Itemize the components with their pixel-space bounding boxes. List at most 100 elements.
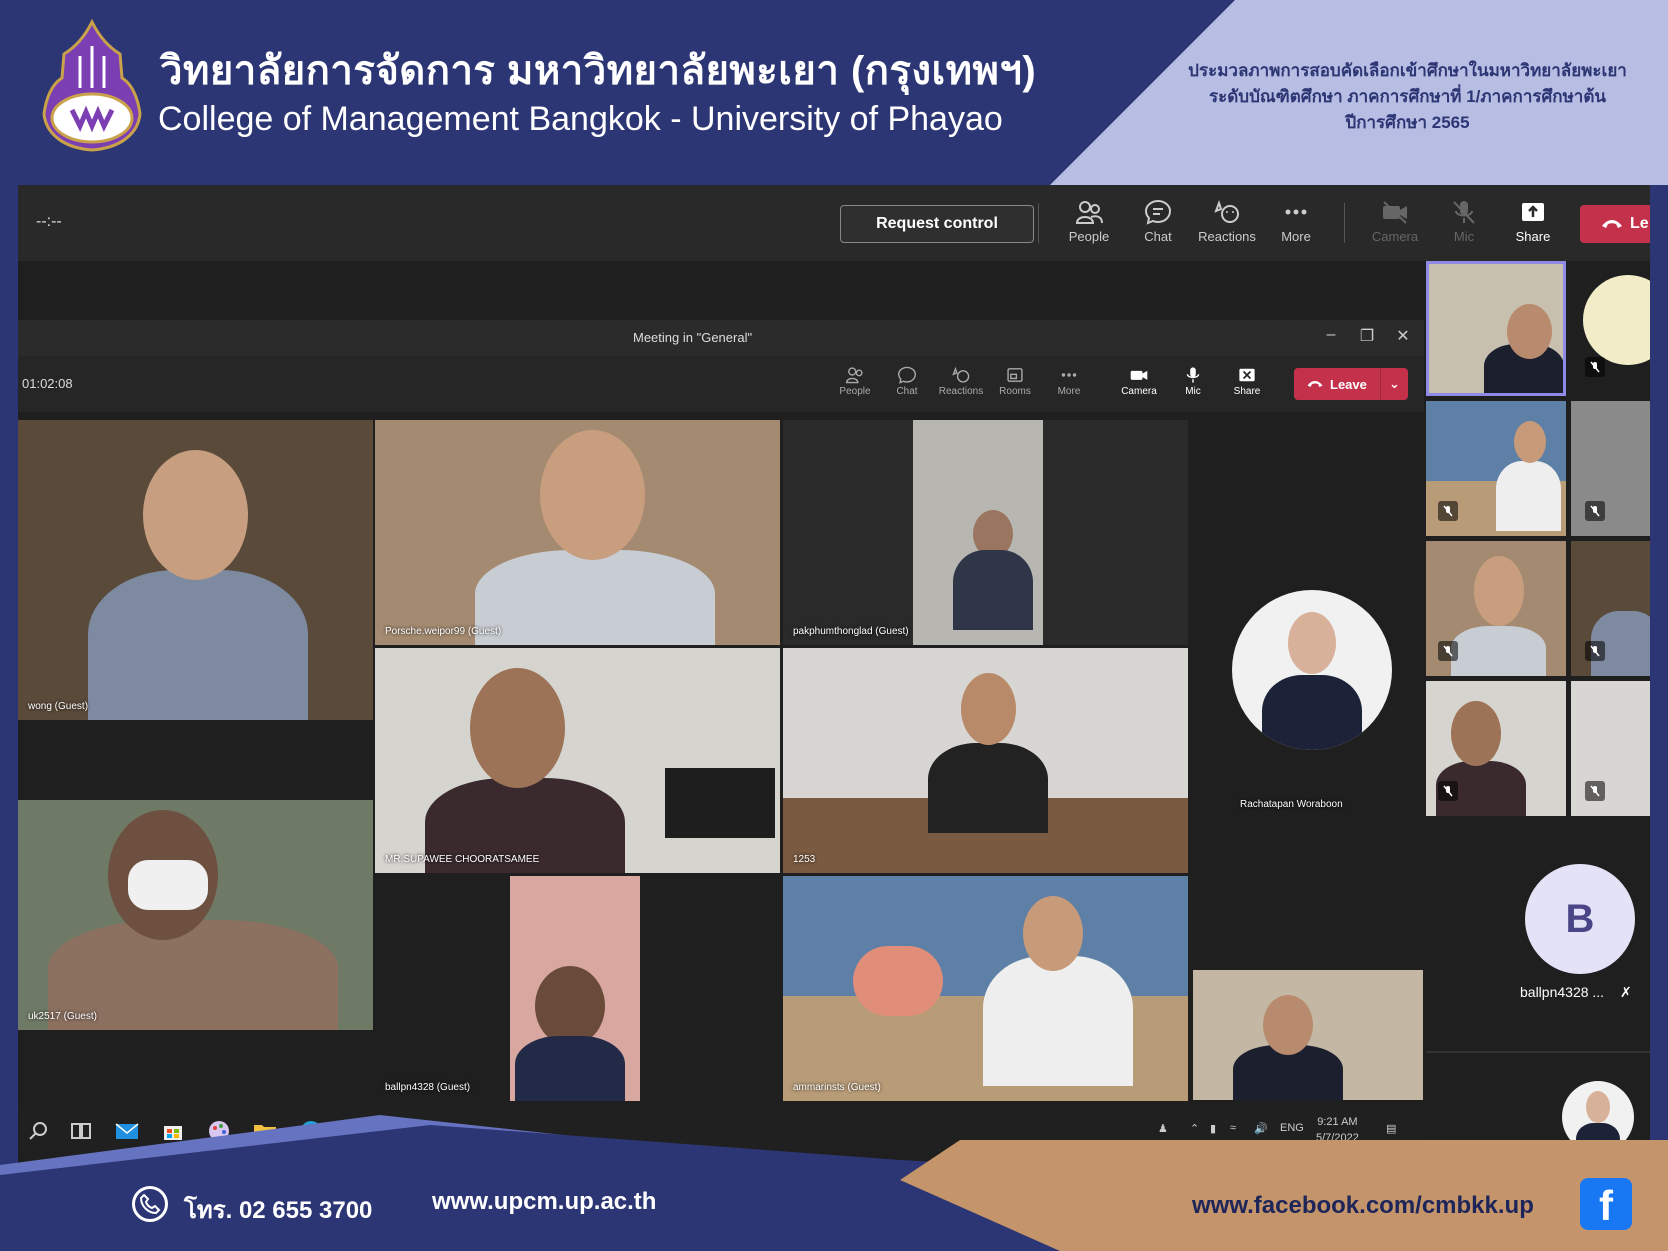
participant-face — [1474, 556, 1524, 626]
mic-off-icon — [1438, 501, 1458, 521]
participant-face — [1507, 304, 1552, 359]
participant-name: Rachatapan Woraboon — [1240, 799, 1343, 810]
participant-name: pakphumthonglad (Guest) — [793, 626, 909, 637]
chevron-up-icon[interactable]: ⌃ — [1190, 1122, 1199, 1135]
share-button[interactable]: Share — [1499, 199, 1567, 255]
inner-mic-button[interactable]: Mic — [1168, 366, 1218, 397]
participant-name: MR.SUPAWEE CHOORATSAMEE — [385, 854, 540, 865]
video-tile: 1253 — [783, 648, 1188, 873]
inner-share-button[interactable]: Share — [1222, 366, 1272, 397]
mail-icon[interactable] — [114, 1118, 140, 1144]
participant-tile[interactable] — [1426, 401, 1566, 536]
video-tile: pakphumthonglad (Guest) — [783, 420, 1188, 645]
participant-avatar-name: ballpn4328 ... ✗ — [1520, 984, 1632, 1001]
college-title-english: College of Management Bangkok - Universi… — [158, 100, 1003, 138]
inner-share-label: Share — [1233, 386, 1261, 397]
mic-button[interactable]: Mic — [1430, 199, 1498, 255]
reactions-button[interactable]: Reactions — [1193, 199, 1261, 255]
participant-name: ballpn4328 (Guest) — [385, 1082, 471, 1093]
language-indicator[interactable]: ENG — [1280, 1122, 1304, 1134]
participant-figure — [88, 570, 308, 720]
teams-toolbar: --:-- Request control People Chat Reacti… — [18, 185, 1650, 261]
participant-name: ammarinsts (Guest) — [793, 1082, 881, 1093]
subtitle-line-1: ประมวลภาพการสอบคัดเลือกเข้าศึกษาในมหาวิท… — [1188, 61, 1627, 80]
participant-face — [535, 966, 605, 1046]
wifi-icon[interactable]: ≈ — [1230, 1122, 1236, 1134]
mic-off-icon — [1585, 357, 1605, 377]
phone-icon — [132, 1186, 168, 1222]
leave-meeting-button[interactable]: Le — [1580, 205, 1650, 243]
participant-name: uk2517 (Guest) — [28, 1011, 97, 1022]
footer-facebook-link[interactable]: www.facebook.com/cmbkk.up — [1192, 1192, 1534, 1220]
more-icon — [1061, 373, 1077, 377]
camera-label: Camera — [1371, 229, 1419, 244]
participant-figure — [475, 550, 715, 645]
store-icon[interactable] — [160, 1118, 186, 1144]
facebook-icon[interactable]: f — [1580, 1178, 1632, 1230]
inner-chat-button[interactable]: Chat — [882, 366, 932, 397]
mic-label: Mic — [1453, 229, 1475, 244]
search-icon[interactable] — [26, 1118, 52, 1144]
participant-tile[interactable] — [1426, 541, 1566, 676]
chat-button[interactable]: Chat — [1124, 199, 1192, 255]
reactions-icon — [952, 366, 970, 383]
participant-face — [1263, 995, 1313, 1055]
camera-off-icon — [1383, 201, 1407, 224]
video-tile: uk2517 (Guest) — [18, 800, 373, 1030]
participant-tile[interactable] — [1426, 681, 1566, 816]
toolbar-divider — [1344, 203, 1345, 243]
inner-meeting-timer: 01:02:08 — [22, 376, 73, 391]
mic-off-icon — [1585, 641, 1605, 661]
participant-face — [540, 430, 645, 560]
hang-up-icon — [1602, 220, 1622, 228]
participant-video — [665, 768, 775, 838]
mic-off-icon — [1585, 501, 1605, 521]
footer-website-link[interactable]: www.upcm.up.ac.th — [432, 1188, 656, 1216]
participant-tile[interactable] — [1571, 681, 1650, 816]
inner-camera-button[interactable]: Camera — [1114, 366, 1164, 397]
participant-figure — [953, 550, 1033, 630]
rooms-icon — [1007, 368, 1023, 382]
participant-tile[interactable] — [1571, 401, 1650, 536]
reactions-label: Reactions — [1198, 229, 1256, 244]
participant-tile[interactable] — [1571, 541, 1650, 676]
video-tile: MR.SUPAWEE CHOORATSAMEE — [375, 648, 780, 873]
restore-icon[interactable]: ❐ — [1354, 326, 1380, 346]
volume-icon[interactable]: 🔊 — [1254, 1122, 1268, 1135]
inner-leave-label: Leave — [1330, 376, 1367, 392]
inner-reactions-button[interactable]: Reactions — [936, 366, 986, 397]
camera-button[interactable]: Camera — [1361, 199, 1429, 255]
inner-leave-button[interactable]: Leave ⌄ — [1294, 368, 1408, 400]
share-icon — [1522, 203, 1544, 221]
footer-phone: โทร. 02 655 3700 — [184, 1197, 373, 1224]
mic-icon — [1186, 367, 1200, 383]
share-label: Share — [1515, 229, 1551, 244]
people-icon — [1075, 201, 1103, 224]
people-tray-icon[interactable]: ♟ — [1158, 1122, 1168, 1135]
close-icon[interactable]: ✕ — [1390, 326, 1416, 346]
participant-tile[interactable] — [1571, 261, 1650, 396]
inner-people-button[interactable]: People — [830, 366, 880, 397]
camera-icon — [1130, 370, 1148, 380]
notifications-icon[interactable]: ▤ — [1386, 1122, 1396, 1135]
inner-rooms-button[interactable]: Rooms — [990, 366, 1040, 397]
inner-more-label: More — [1057, 386, 1081, 397]
people-button[interactable]: People — [1055, 199, 1123, 255]
inner-more-button[interactable]: More — [1044, 366, 1094, 397]
minimize-icon[interactable]: – — [1318, 326, 1344, 344]
active-speaker-tile[interactable] — [1426, 261, 1566, 396]
participant-face — [1023, 896, 1083, 971]
participant-name: Porsche.weipor99 (Guest) — [385, 626, 502, 637]
self-view-tile — [1193, 970, 1423, 1100]
inner-people-label: People — [839, 386, 871, 397]
task-view-icon[interactable] — [68, 1118, 94, 1144]
more-button[interactable]: More — [1262, 199, 1330, 255]
participant-figure — [515, 1036, 625, 1101]
participant-initial-avatar[interactable]: B — [1525, 864, 1635, 974]
request-control-button[interactable]: Request control — [840, 205, 1034, 243]
chevron-down-icon[interactable]: ⌄ — [1380, 368, 1408, 400]
participant-figure — [1496, 461, 1561, 531]
meeting-timer: --:-- — [36, 213, 62, 230]
battery-icon: ▮ — [1210, 1123, 1217, 1135]
participant-avatar — [1583, 275, 1650, 365]
